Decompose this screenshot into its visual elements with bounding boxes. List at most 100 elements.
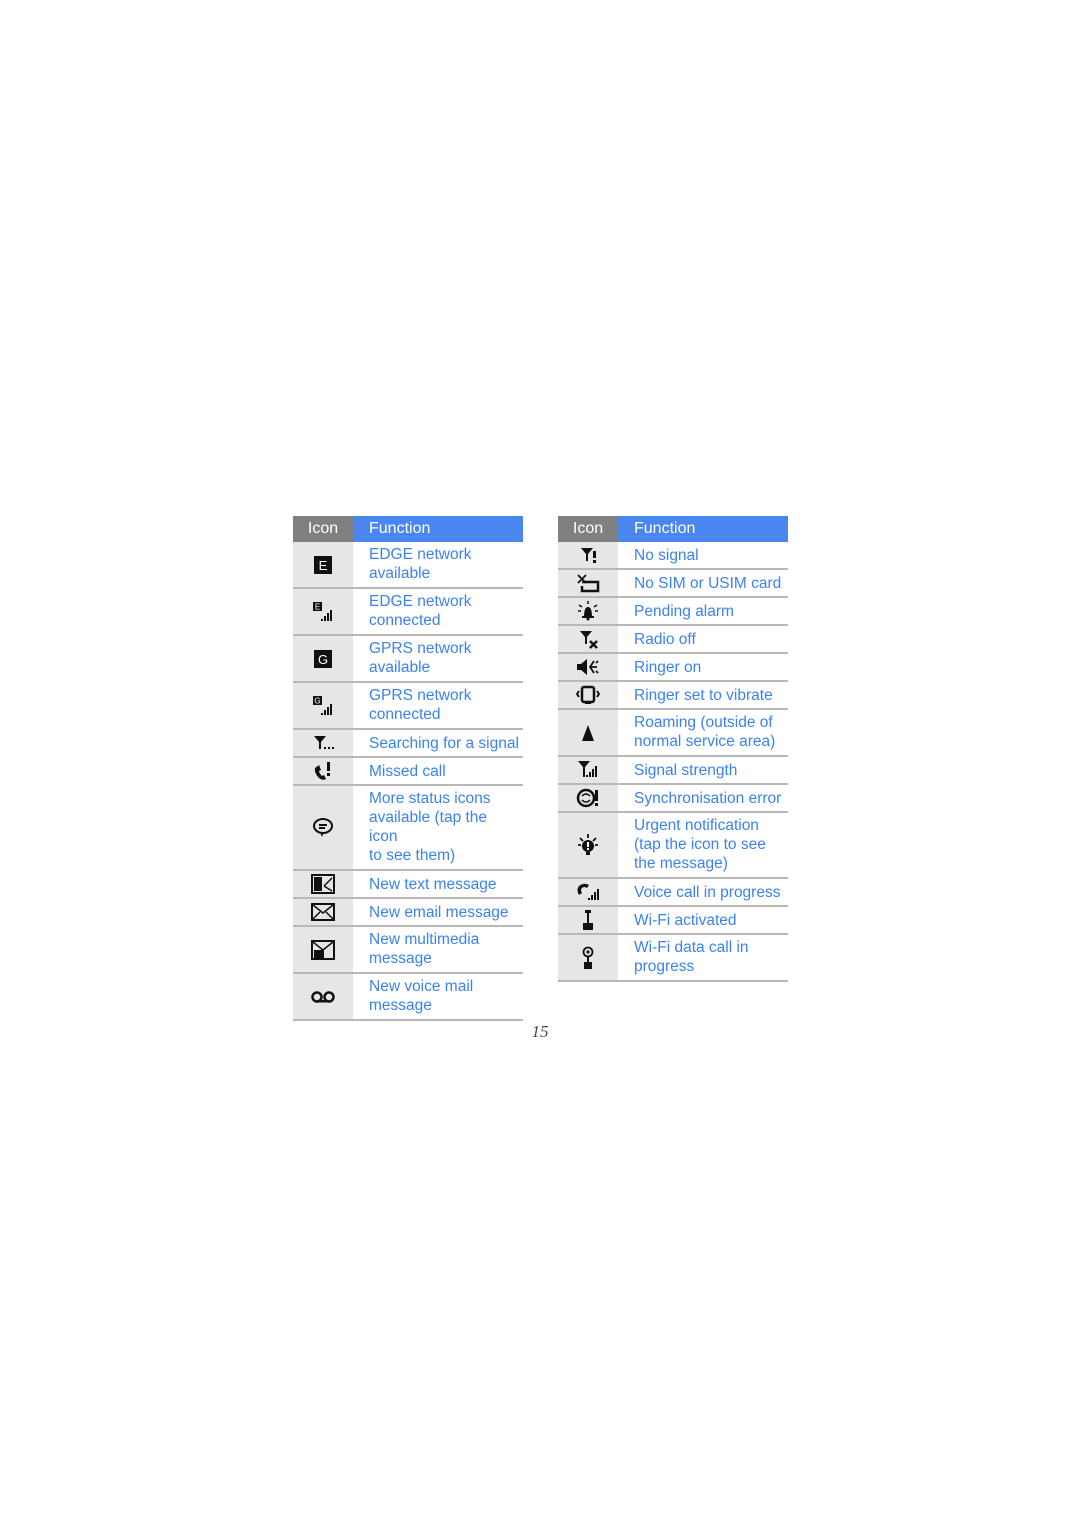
voice-call-icon <box>558 879 618 905</box>
table-row: Urgent notification (tap the icon to see t… <box>558 813 788 879</box>
function-description: Synchronisation error <box>618 785 788 811</box>
table-row: Radio off <box>558 626 788 654</box>
table-row: E EDGE network connected <box>293 589 523 636</box>
gprs-available-icon: G <box>293 636 353 681</box>
missed-call-icon <box>293 758 353 784</box>
svg-text:E: E <box>315 602 320 611</box>
table-row: New email message <box>293 899 523 927</box>
function-line: No SIM or USIM card <box>634 575 782 592</box>
function-description: Radio off <box>618 626 788 652</box>
table-row: Wi-Fi activated <box>558 907 788 935</box>
urgent-notification-icon <box>558 813 618 877</box>
function-description: EDGE network available <box>353 542 523 587</box>
table-row: Synchronisation error <box>558 785 788 813</box>
svg-text:E: E <box>319 558 328 573</box>
function-line: normal service area) <box>634 733 776 750</box>
new-email-icon <box>293 899 353 925</box>
function-description: No SIM or USIM card <box>618 570 788 596</box>
svg-text:G: G <box>314 696 320 705</box>
table-row: No SIM or USIM card <box>558 570 788 598</box>
function-line: Wi-Fi data call in <box>634 939 749 956</box>
function-description: No signal <box>618 542 788 568</box>
function-line: Pending alarm <box>634 603 734 620</box>
function-line: Missed call <box>369 763 446 780</box>
table-header: Icon Function <box>558 516 788 542</box>
function-description: Pending alarm <box>618 598 788 624</box>
function-line: available <box>369 659 431 676</box>
no-sim-icon <box>558 570 618 596</box>
function-line: Wi-Fi activated <box>634 912 737 929</box>
table-row: New voice mail message <box>293 974 523 1021</box>
function-line: the message) <box>634 855 728 872</box>
function-line: Signal strength <box>634 762 738 779</box>
more-status-icon <box>293 786 353 869</box>
function-line: EDGE network <box>369 546 472 563</box>
function-line: Synchronisation error <box>634 790 782 807</box>
function-description: New email message <box>353 899 523 925</box>
new-text-message-icon <box>293 871 353 897</box>
function-description: Searching for a signal <box>353 730 523 756</box>
header-function: Function <box>618 516 788 542</box>
function-description: EDGE network connected <box>353 589 523 634</box>
function-description: Urgent notification (tap the icon to see t… <box>618 813 788 877</box>
table-row: Wi-Fi data call in progress <box>558 935 788 982</box>
table-row: E EDGE network available <box>293 542 523 589</box>
function-description: Roaming (outside of normal service area) <box>618 710 788 755</box>
function-description: New multimedia message <box>353 927 523 972</box>
table-row: Missed call <box>293 758 523 786</box>
function-description: New text message <box>353 871 523 897</box>
function-description: Wi-Fi activated <box>618 907 788 933</box>
new-multimedia-message-icon <box>293 927 353 972</box>
status-icons-table-right: Icon Function No signal No SIM or USIM ca… <box>558 516 788 982</box>
table-row: Roaming (outside of normal service area) <box>558 710 788 757</box>
function-line: Voice call in progress <box>634 884 781 901</box>
edge-available-icon: E <box>293 542 353 587</box>
wifi-data-call-icon <box>558 935 618 980</box>
function-line: Urgent notification <box>634 817 759 834</box>
table-row: Pending alarm <box>558 598 788 626</box>
edge-connected-icon: E <box>293 589 353 634</box>
table-row: New multimedia message <box>293 927 523 974</box>
voice-mail-icon <box>293 974 353 1019</box>
function-line: New email message <box>369 904 509 921</box>
function-description: New voice mail message <box>353 974 523 1019</box>
table-header: Icon Function <box>293 516 523 542</box>
function-line: Ringer set to vibrate <box>634 687 773 704</box>
table-row: New text message <box>293 871 523 899</box>
table-row: G GPRS network connected <box>293 683 523 730</box>
function-line: to see them) <box>369 847 456 864</box>
table-row: Ringer on <box>558 654 788 682</box>
table-row: G GPRS network available <box>293 636 523 683</box>
signal-strength-icon <box>558 757 618 783</box>
function-line: message <box>369 997 432 1014</box>
sync-error-icon <box>558 785 618 811</box>
table-row: Signal strength <box>558 757 788 785</box>
function-line: message <box>369 950 432 967</box>
function-description: Signal strength <box>618 757 788 783</box>
status-icons-table-left: Icon Function E EDGE network available E EDG… <box>293 516 523 1021</box>
header-icon: Icon <box>293 516 353 542</box>
function-description: GPRS network available <box>353 636 523 681</box>
function-line: New voice mail <box>369 978 474 995</box>
function-description: GPRS network connected <box>353 683 523 728</box>
function-line: connected <box>369 706 441 723</box>
function-line: (tap the icon to see <box>634 836 766 853</box>
function-line: progress <box>634 958 695 975</box>
function-description: Missed call <box>353 758 523 784</box>
function-description: Ringer on <box>618 654 788 680</box>
vibrate-icon <box>558 682 618 708</box>
radio-off-icon <box>558 626 618 652</box>
pending-alarm-icon <box>558 598 618 624</box>
function-line: Roaming (outside of <box>634 714 773 731</box>
searching-signal-icon <box>293 730 353 756</box>
roaming-icon <box>558 710 618 755</box>
function-line: available (tap the icon <box>369 809 488 845</box>
function-description: Voice call in progress <box>618 879 788 905</box>
table-row: More status icons available (tap the icon… <box>293 786 523 871</box>
function-line: GPRS network <box>369 687 472 704</box>
no-signal-icon <box>558 542 618 568</box>
function-line: New multimedia <box>369 931 480 948</box>
table-row: Ringer set to vibrate <box>558 682 788 710</box>
function-description: More status icons available (tap the icon… <box>353 786 523 869</box>
gprs-connected-icon: G <box>293 683 353 728</box>
